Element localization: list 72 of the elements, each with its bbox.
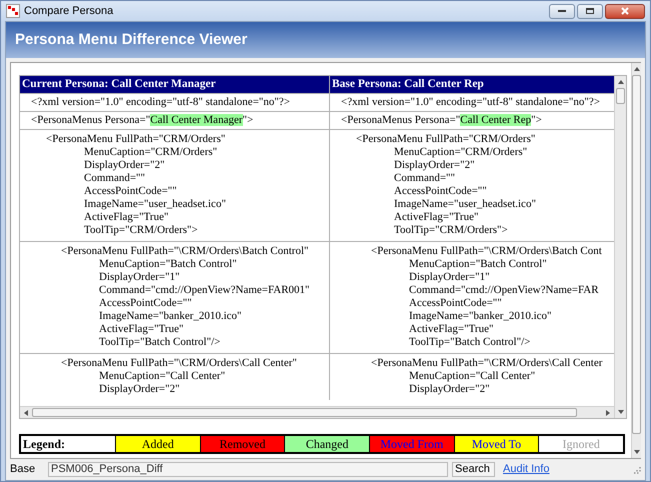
xml-line: ActiveFlag="True" [98, 323, 184, 336]
close-button[interactable] [605, 4, 645, 18]
resize-grip-icon [633, 466, 641, 474]
xml-line: ToolTip="Batch Control"/> [98, 336, 222, 349]
xml-line: MenuCaption="Batch Control" [408, 258, 548, 271]
xml-line: <PersonaMenu FullPath="\CRM/Orders\Batch Control" [60, 245, 310, 258]
xml-line: MenuCaption="Call Center" [98, 370, 226, 383]
xml-line: ImageName="user_headset.ico" [393, 198, 537, 211]
window-title: Compare Persona [24, 4, 114, 19]
xml-line: ToolTip="CRM/Orders"> [393, 224, 509, 237]
arrow-left-icon[interactable] [23, 408, 29, 416]
xml-line: AccessPointCode="" [408, 297, 503, 310]
base-field: PSM006_Persona_Diff [48, 462, 448, 477]
scrollbar-thumb[interactable] [632, 75, 641, 434]
legend-item: Removed [200, 436, 286, 452]
column-header: Current Persona: Call Center Manager [20, 76, 330, 93]
xml-line: DisplayOrder="1" [408, 271, 491, 284]
legend-item: Changed [285, 436, 370, 452]
audit-info-link[interactable]: Audit Info [503, 461, 550, 478]
column-header: Base Persona: Call Center Rep [331, 77, 485, 92]
legend-item: Moved To [454, 436, 540, 452]
xml-line: AccessPointCode="" [98, 297, 193, 310]
xml-line: <PersonaMenu FullPath="CRM/Orders" [45, 133, 226, 146]
xml-line: DisplayOrder="2" [393, 159, 476, 172]
search-button[interactable]: Search [452, 462, 495, 477]
xml-line: ImageName="banker_2010.ico" [98, 310, 243, 323]
xml-line: DisplayOrder="2" [98, 383, 181, 396]
xml-line: ToolTip="Batch Control"/> [408, 336, 532, 349]
maximize-button[interactable] [577, 4, 603, 18]
xml-line: AccessPointCode="" [83, 185, 178, 198]
xml-line: <PersonaMenu FullPath="\CRM/Orders\Call Center" [60, 357, 298, 370]
scrollbar-thumb[interactable] [32, 408, 577, 417]
minimize-button[interactable] [549, 4, 575, 18]
page-scrollbar[interactable] [631, 63, 641, 458]
page-title: Persona Menu Difference Viewer [15, 30, 248, 50]
xml-line: ActiveFlag="True" [408, 323, 494, 336]
xml-line: <?xml version="1.0" encoding="utf-8" standalone="no"?> [30, 96, 291, 109]
xml-line: MenuCaption="Call Center" [408, 370, 536, 383]
xml-line: ToolTip="CRM/Orders"> [83, 224, 199, 237]
xml-line: ImageName="user_headset.ico" [83, 198, 227, 211]
xml-line: <PersonaMenus Persona="Call Center Rep"> [340, 114, 543, 127]
horizontal-scrollbar[interactable] [20, 406, 614, 418]
legend-item: Added [116, 436, 201, 452]
close-icon [621, 7, 629, 15]
xml-line: Command="cmd://OpenView?Name=FAR [408, 284, 600, 297]
xml-line: Command="" [393, 172, 456, 185]
xml-line: ActiveFlag="True" [83, 211, 170, 224]
xml-line: <?xml version="1.0" encoding="utf-8" standalone="no"?> [340, 96, 601, 109]
app-icon [6, 4, 20, 18]
arrow-right-icon[interactable] [605, 408, 611, 416]
xml-line: DisplayOrder="2" [83, 159, 166, 172]
vertical-scrollbar[interactable] [614, 76, 626, 418]
xml-line: ActiveFlag="True" [393, 211, 480, 224]
xml-line: DisplayOrder="2" [408, 383, 491, 396]
xml-line: MenuCaption="CRM/Orders" [393, 146, 528, 159]
xml-line: MenuCaption="CRM/Orders" [83, 146, 218, 159]
xml-line: <PersonaMenu FullPath="CRM/Orders" [355, 133, 536, 146]
xml-line: DisplayOrder="1" [98, 271, 181, 284]
base-label: Base [10, 462, 36, 478]
xml-line: ImageName="banker_2010.ico" [408, 310, 553, 323]
xml-line: <PersonaMenu FullPath="\CRM/Orders\Call Center [370, 357, 604, 370]
legend-label: Legend: [21, 436, 116, 452]
scrollbar-thumb[interactable] [616, 88, 625, 104]
xml-line: Command="cmd://OpenView?Name=FAR001" [98, 284, 311, 297]
legend-item: Moved From [370, 436, 455, 452]
arrow-down-icon[interactable] [632, 449, 640, 455]
xml-line: <PersonaMenus Persona="Call Center Manager"> [30, 114, 254, 127]
arrow-down-icon[interactable] [616, 409, 624, 415]
xml-line: AccessPointCode="" [393, 185, 488, 198]
xml-line: Command="" [83, 172, 146, 185]
xml-line: <PersonaMenu FullPath="\CRM/Orders\Batch Cont [370, 245, 603, 258]
xml-line: MenuCaption="Batch Control" [98, 258, 238, 271]
